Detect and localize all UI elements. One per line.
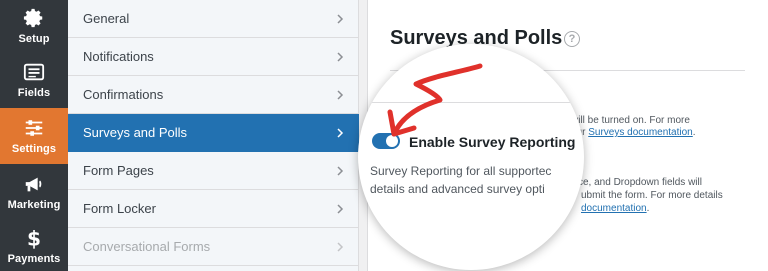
nav-item-label: Notifications xyxy=(83,49,154,64)
description-text-with-link: documentation. xyxy=(581,202,649,215)
svg-text:$: $ xyxy=(27,227,41,249)
nav-item-label: Form Locker xyxy=(83,201,156,216)
dollar-icon: $ xyxy=(27,227,41,249)
nav-item-general[interactable]: General xyxy=(68,0,359,38)
lens-divider xyxy=(358,102,584,103)
rail-label-setup: Setup xyxy=(18,33,50,45)
nav-item-label: General xyxy=(83,11,130,26)
lens-description-line: details and advanced survey opti xyxy=(370,182,545,196)
toggle-knob xyxy=(386,135,398,147)
nav-item-label: Confirmations xyxy=(83,87,164,102)
nav-item-form-locker[interactable]: Form Locker xyxy=(68,190,359,228)
rail-label-payments: Payments xyxy=(7,252,61,265)
nav-item-label: Surveys and Polls xyxy=(83,125,188,140)
chevron-right-icon xyxy=(337,242,344,252)
settings-nav: General Notifications Confirmations Surv… xyxy=(68,0,359,271)
nav-item-notifications[interactable]: Notifications xyxy=(68,38,359,76)
description-suffix: . xyxy=(692,127,696,138)
fields-icon xyxy=(23,63,45,81)
chevron-right-icon xyxy=(337,204,344,214)
sliders-icon xyxy=(25,120,43,136)
description-text: ubmit the form. For more details xyxy=(581,190,723,201)
chevron-right-icon xyxy=(337,128,344,138)
rail-item-payments[interactable]: $ Payments xyxy=(0,220,68,271)
rail-item-marketing[interactable]: Marketing xyxy=(0,164,68,220)
description-suffix: . xyxy=(646,203,650,214)
chevron-right-icon xyxy=(337,14,344,24)
help-icon[interactable]: ? xyxy=(564,31,580,47)
nav-item-label: Form Pages xyxy=(83,163,154,178)
nav-item-conversational-forms[interactable]: Conversational Forms xyxy=(68,228,359,266)
rail-item-setup[interactable]: Setup xyxy=(0,0,68,52)
lens-description-line: Survey Reporting for all supportec xyxy=(370,164,552,178)
surveys-documentation-link[interactable]: Surveys documentation xyxy=(588,127,693,138)
magnifier-callout: Enable Survey Reporting Survey Reporting… xyxy=(358,44,584,270)
nav-item-label: Conversational Forms xyxy=(83,239,211,254)
gear-icon xyxy=(23,8,43,28)
description-text-with-link: our Surveys documentation. xyxy=(571,126,696,139)
nav-item-form-pages[interactable]: Form Pages xyxy=(68,152,359,190)
megaphone-icon xyxy=(25,177,42,192)
enable-survey-reporting-toggle[interactable] xyxy=(372,133,400,149)
rail-label-settings: Settings xyxy=(11,143,57,155)
chevron-right-icon xyxy=(337,52,344,62)
rail-item-fields[interactable]: Fields xyxy=(0,52,68,108)
nav-item-confirmations[interactable]: Confirmations xyxy=(68,76,359,114)
rail-item-settings[interactable]: Settings xyxy=(0,108,68,164)
description-text: ce, and Dropdown fields will xyxy=(578,177,702,188)
nav-item-surveys-and-polls[interactable]: Surveys and Polls xyxy=(68,114,359,152)
builder-sidebar: Setup Fields Settings Marketing $ Paymen… xyxy=(0,0,68,271)
chevron-right-icon xyxy=(337,166,344,176)
documentation-link[interactable]: documentation xyxy=(581,203,647,214)
toggle-label: Enable Survey Reporting xyxy=(409,134,576,150)
rail-label-fields: Fields xyxy=(17,87,51,99)
chevron-right-icon xyxy=(337,90,344,100)
rail-label-marketing: Marketing xyxy=(7,199,61,211)
